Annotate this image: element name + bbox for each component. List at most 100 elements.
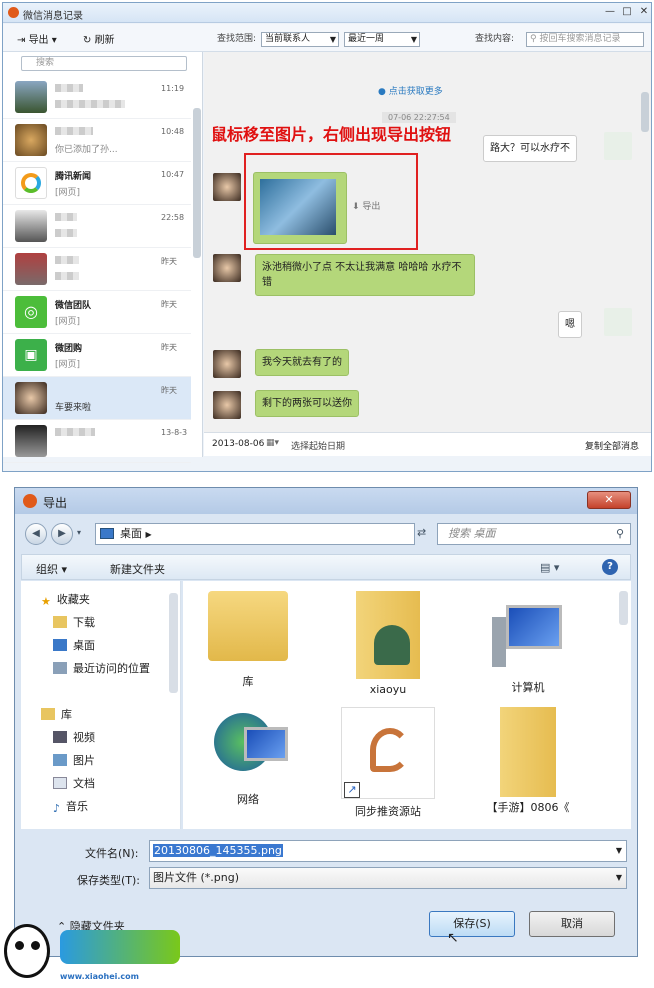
contact-search-placeholder: 搜索 [36, 58, 55, 68]
minimize-icon[interactable]: — [603, 6, 617, 18]
contact-scrollbar[interactable] [193, 108, 201, 258]
load-more-link[interactable]: ● 点击获取更多 [378, 84, 443, 97]
file-scrollbar[interactable] [619, 591, 628, 625]
contact-item-selected[interactable]: 车要来啦 昨天 [3, 377, 191, 420]
refresh-button[interactable]: ↻ 刷新 [83, 31, 115, 46]
maximize-icon[interactable]: □ [620, 6, 634, 18]
contact-time: 10:47 [161, 170, 185, 179]
chat-scrollbar[interactable] [641, 92, 649, 132]
file-item-shortcut[interactable]: ↗ 同步推资源站 [333, 707, 443, 819]
nav-favorites[interactable]: ★ 收藏夹 [41, 591, 90, 608]
content-search-input[interactable]: ⚲ 按回车搜索消息记录 [526, 32, 644, 47]
file-item-user[interactable]: xiaoyu [333, 591, 443, 696]
nav-recent-label: 最近访问的位置 [73, 662, 150, 675]
filetype-select[interactable]: 图片文件 (*.png) ▼ [149, 867, 627, 889]
nav-download[interactable]: 下载 [53, 614, 95, 630]
contact-item[interactable]: ▣ 微团购 [网页] 昨天 [3, 334, 191, 377]
contact-time: 昨天 [161, 257, 177, 266]
dialog-toolbar: 组织 ▾ 新建文件夹 ▤ ▾ ? [21, 554, 631, 580]
avatar [15, 167, 47, 199]
desktop-icon [53, 639, 67, 651]
contact-time: 22:58 [161, 213, 185, 222]
back-button[interactable]: ◀ [25, 523, 47, 545]
blurred-name [55, 256, 79, 264]
network-icon [208, 707, 288, 787]
copy-all-button[interactable]: 复制全部消息 [585, 439, 639, 452]
blurred-name [55, 127, 93, 135]
contact-msg: [网页] [55, 360, 81, 370]
forward-button[interactable]: ▶ [51, 523, 73, 545]
close-button[interactable]: ✕ [587, 491, 631, 509]
organize-button[interactable]: 组织 ▾ [36, 561, 67, 577]
history-dropdown-icon[interactable]: ▾ [77, 528, 81, 537]
dialog-search-input[interactable]: 搜索 桌面 ⚲ [437, 523, 631, 545]
chat-footer: 2013-08-06 ▦▾ 选择起始日期 复制全部消息 [204, 432, 651, 456]
file-item-game-folder[interactable]: 【手游】0806《 [473, 707, 583, 815]
cancel-button[interactable]: 取消 [529, 911, 615, 937]
annotation-text: 鼠标移至图片，右侧出现导出按钮 [211, 125, 452, 144]
avatar: ▣ [15, 339, 47, 371]
contact-time: 昨天 [161, 300, 177, 309]
incoming-message[interactable]: 剩下的两张可以送你 [255, 390, 359, 417]
blurred-name [55, 213, 77, 221]
date-field[interactable]: 2013-08-06 [212, 439, 264, 449]
blurred-msg [55, 229, 77, 237]
monitor-icon [506, 605, 562, 649]
refresh-label: 刷新 [94, 35, 115, 46]
range-label: 查找范围: [217, 34, 257, 44]
filename-label: 文件名(N): [85, 847, 139, 860]
contact-item[interactable]: 你已添加了孙... 10:48 [3, 119, 191, 162]
tencent-news-logo [21, 173, 41, 193]
contact-time: 10:48 [161, 127, 185, 136]
view-options-icon[interactable]: ▤ ▾ [540, 561, 559, 574]
contact-time: 昨天 [161, 386, 177, 395]
contact-search-input[interactable]: 搜索 [21, 56, 187, 71]
app-icon [8, 7, 19, 18]
dialog-title-bar: 导出 ✕ [15, 488, 637, 514]
nav-video[interactable]: 视频 [53, 729, 95, 745]
contact-item[interactable]: ◎ 微信团队 [网页] 昨天 [3, 291, 191, 334]
help-icon[interactable]: ? [602, 559, 618, 575]
refresh-icon[interactable]: ⇄ [417, 526, 426, 539]
nav-music[interactable]: ♪ 音乐 [53, 798, 88, 815]
recent-places-icon [53, 662, 67, 674]
monitor-icon [244, 727, 288, 761]
incoming-message[interactable]: 我今天就去有了的 [255, 349, 349, 376]
contact-item[interactable]: 13-8-3 [3, 420, 191, 463]
nav-desktop[interactable]: 桌面 [53, 637, 95, 653]
file-label: xiaoyu [369, 683, 407, 696]
folder-icon [53, 616, 67, 628]
file-item-library[interactable]: 库 [193, 591, 303, 689]
path-field[interactable]: 桌面 ▶ [95, 523, 415, 545]
save-button[interactable]: 保存(S) [429, 911, 515, 937]
calendar-icon[interactable]: ▦▾ [266, 438, 279, 448]
range-when-select[interactable]: 最近一周 ▼ [344, 32, 420, 47]
nav-desktop-label: 桌面 [73, 639, 95, 652]
nav-docs[interactable]: 文档 [53, 775, 95, 791]
new-folder-button[interactable]: 新建文件夹 [110, 561, 165, 577]
contact-item[interactable]: 昨天 [3, 248, 191, 291]
nav-scrollbar[interactable] [169, 593, 178, 693]
outgoing-message[interactable]: 嗯 [558, 311, 582, 338]
nav-libraries[interactable]: 库 [41, 706, 72, 722]
nav-recent[interactable]: 最近访问的位置 [53, 660, 150, 676]
outgoing-message[interactable]: 路大？可以水疗不 [483, 135, 577, 162]
incoming-message[interactable]: 泳池稍微小了点 不太让我满意 哈哈哈 水疗不错 [255, 254, 475, 296]
contact-item[interactable]: 11:19 [3, 76, 191, 119]
avatar [604, 308, 632, 336]
navigation-pane: ★ 收藏夹 下载 桌面 最近访问的位置 库 视频 图片 文档 ♪ 音乐 [21, 581, 181, 829]
path-label: 桌面 [120, 527, 142, 540]
panda-mascot-icon [4, 924, 50, 978]
user-avatar-icon [374, 625, 410, 665]
nav-pictures[interactable]: 图片 [53, 752, 95, 768]
file-item-network[interactable]: 网络 [193, 707, 303, 807]
avatar: ◎ [15, 296, 47, 328]
range-who-select[interactable]: 当前联系人 ▼ [261, 32, 339, 47]
contact-item[interactable]: 22:58 [3, 205, 191, 248]
close-icon[interactable]: ✕ [637, 6, 651, 18]
filename-input[interactable]: 20130806_145355.png ▼ [149, 840, 627, 862]
contact-item[interactable]: 腾讯新闻 [网页] 10:47 [3, 162, 191, 205]
blurred-msg [55, 100, 125, 108]
file-item-computer[interactable]: 计算机 [473, 591, 583, 695]
export-button[interactable]: ⇥ 导出 ▾ [17, 31, 57, 46]
